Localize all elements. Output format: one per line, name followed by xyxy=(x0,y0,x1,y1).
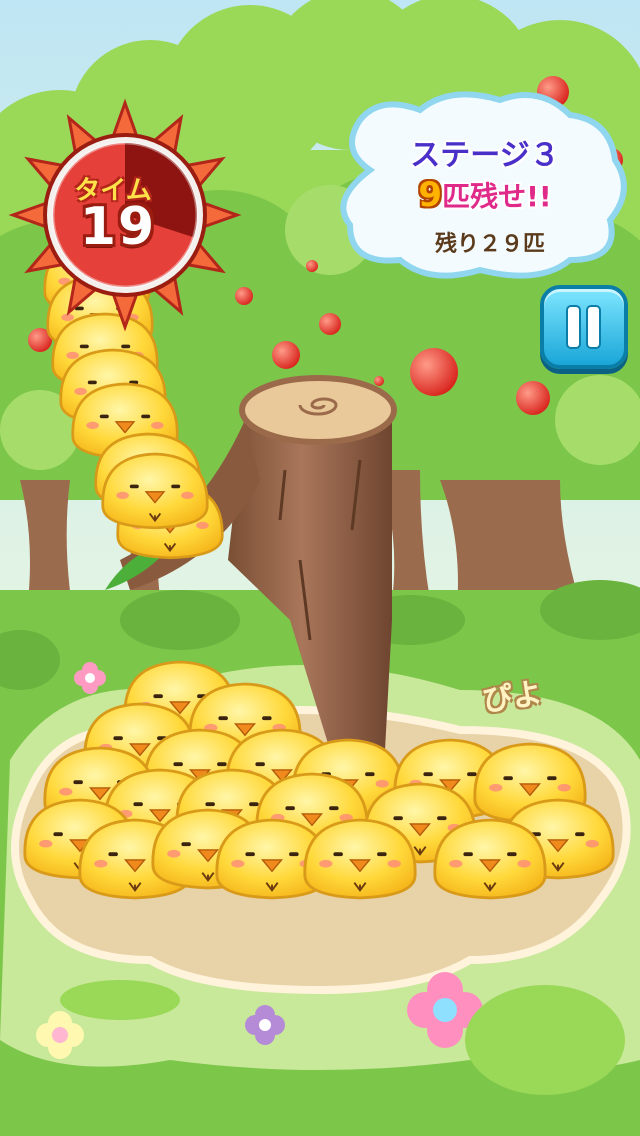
stage-title: ステージ３ xyxy=(410,138,560,173)
stage-goal: 9匹残せ!! xyxy=(380,175,590,215)
goal-number: 9 xyxy=(418,175,443,215)
piyo-decoration: ぴよ xyxy=(480,675,545,719)
pause-button[interactable] xyxy=(540,285,628,369)
remaining-count: 残り２９匹 xyxy=(434,232,545,257)
goal-text: 匹残せ!! xyxy=(442,180,552,213)
chick[interactable] xyxy=(303,818,417,900)
chick[interactable] xyxy=(433,818,547,900)
pause-icon xyxy=(568,307,600,347)
chick[interactable] xyxy=(101,452,209,530)
timer-value: 19 xyxy=(79,197,157,257)
